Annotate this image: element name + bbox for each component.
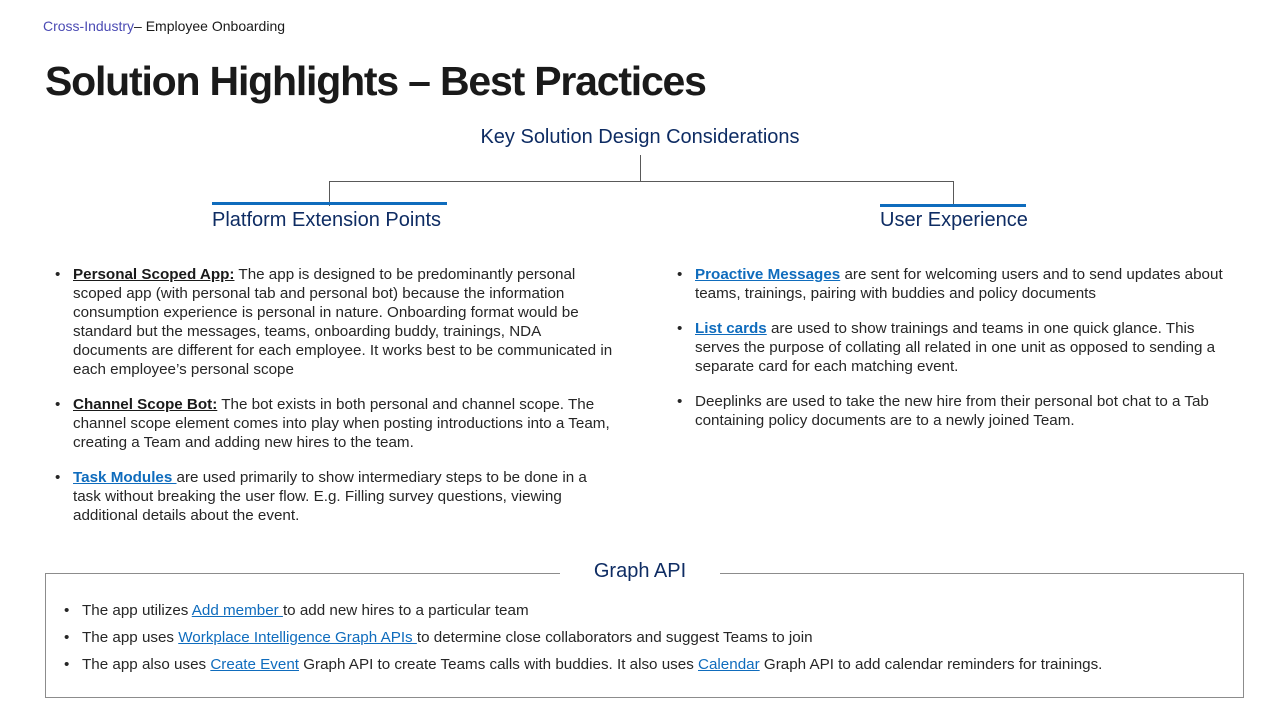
list-item: The app also uses Create Event Graph API…: [64, 655, 1102, 674]
list-item: Task Modules are used primarily to show …: [55, 468, 615, 525]
list-item: List cards are used to show trainings an…: [677, 319, 1242, 376]
platform-list: Personal Scoped App: The app is designed…: [55, 265, 615, 541]
ux-heading: User Experience: [880, 209, 1028, 231]
graph-api-heading: Graph API: [560, 560, 720, 583]
list-item: Deeplinks are used to take the new hire …: [677, 392, 1242, 430]
list-item: The app uses Workplace Intelligence Grap…: [64, 628, 1102, 647]
proactive-messages-link[interactable]: Proactive Messages: [695, 266, 840, 283]
connector-right-drop: [953, 181, 954, 206]
list-cards-link[interactable]: List cards: [695, 320, 767, 337]
list-item: Personal Scoped App: The app is designed…: [55, 265, 615, 379]
breadcrumb-category[interactable]: Cross-Industry: [43, 18, 134, 34]
breadcrumb-page: – Employee Onboarding: [134, 18, 286, 34]
workplace-intelligence-link[interactable]: Workplace Intelligence Graph APIs: [178, 629, 417, 646]
create-event-link[interactable]: Create Event: [210, 656, 299, 673]
page-title: Solution Highlights – Best Practices: [45, 58, 707, 104]
graph-api-list: The app utilizes Add member to add new h…: [64, 601, 1102, 682]
list-item: Proactive Messages are sent for welcomin…: [677, 265, 1242, 303]
ux-list: Proactive Messages are sent for welcomin…: [677, 265, 1242, 446]
breadcrumb: Cross-Industry– Employee Onboarding: [43, 18, 285, 34]
channel-scope-bot-term: Channel Scope Bot:: [73, 396, 218, 413]
platform-accent-bar: [212, 202, 447, 205]
key-considerations-title: Key Solution Design Considerations: [480, 126, 800, 148]
connector-bar: [329, 181, 953, 182]
task-modules-link[interactable]: Task Modules: [73, 469, 177, 486]
list-item: The app utilizes Add member to add new h…: [64, 601, 1102, 620]
connector-stem: [640, 155, 641, 181]
list-item: Channel Scope Bot: The bot exists in bot…: [55, 395, 615, 452]
platform-heading: Platform Extension Points: [212, 209, 441, 231]
ux-accent-bar: [880, 204, 1026, 207]
add-member-link[interactable]: Add member: [192, 602, 283, 619]
personal-scoped-app-term: Personal Scoped App:: [73, 266, 235, 283]
calendar-link[interactable]: Calendar: [698, 656, 760, 673]
